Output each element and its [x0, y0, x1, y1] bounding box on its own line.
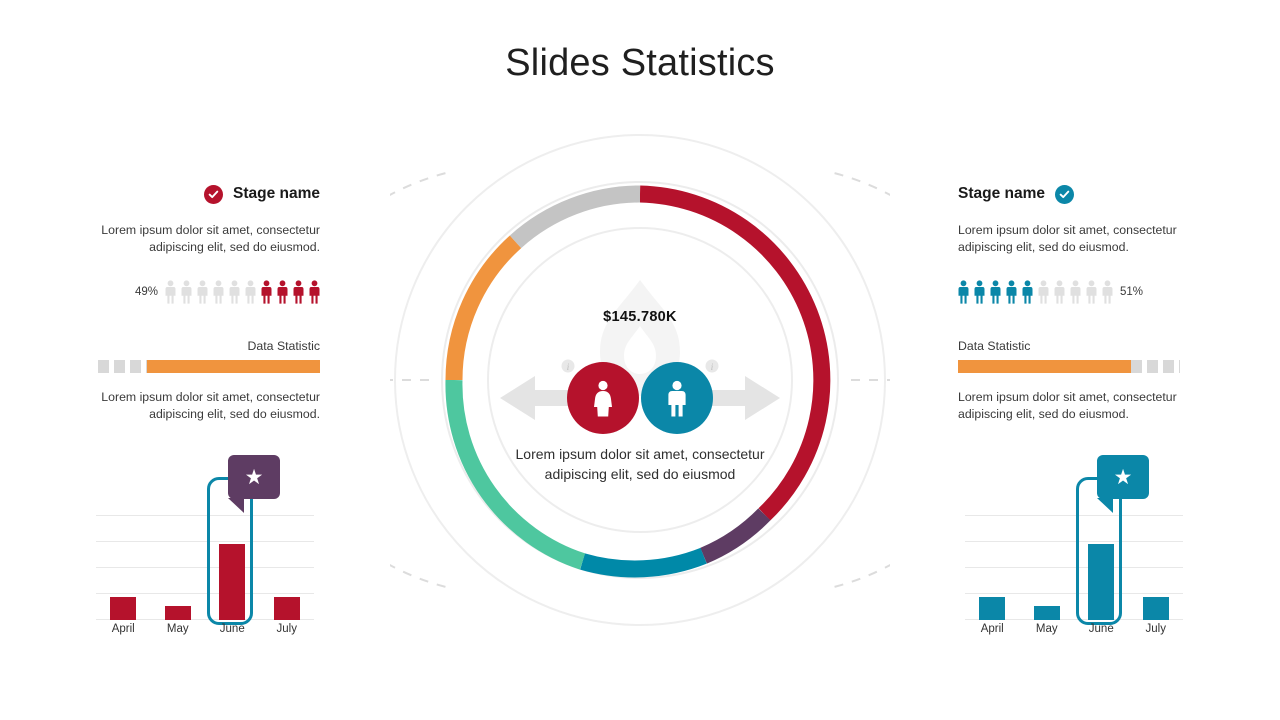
left-chart-labels: April May June July	[96, 623, 314, 635]
right-description: Lorem ipsum dolor sit amet, consectetur …	[958, 223, 1177, 255]
person-icon	[165, 280, 176, 304]
person-icon	[1054, 280, 1065, 304]
bar-april	[110, 597, 137, 620]
right-chart-labels: April May June July	[965, 623, 1183, 635]
donut-segment-teal	[580, 547, 707, 578]
person-icon	[1038, 280, 1049, 304]
star-icon: ★	[1113, 465, 1133, 489]
left-progress-fill	[146, 359, 320, 373]
right-people-row: 51%	[958, 279, 1218, 305]
bar-may	[1033, 606, 1060, 620]
donut-segment-gray	[509, 185, 641, 249]
page-title: Slides Statistics	[505, 42, 775, 84]
bar-column-july[interactable]	[1129, 515, 1184, 620]
person-icon	[1070, 280, 1081, 304]
bar-april	[979, 597, 1006, 620]
bar-column-may[interactable]	[1020, 515, 1075, 620]
left-panel: Stage name Lorem ipsum dolor sit amet, c…	[60, 182, 320, 424]
person-icon-filled	[974, 280, 985, 304]
left-stat-label: Data Statistic	[247, 338, 320, 353]
bar-column-july[interactable]	[260, 515, 315, 620]
check-circle-icon	[1055, 184, 1075, 204]
gender-circles	[390, 362, 890, 434]
left-people-icons	[165, 280, 320, 304]
chart-label-july: July	[1145, 623, 1166, 635]
person-icon-filled	[1022, 280, 1033, 304]
person-icon	[213, 280, 224, 304]
right-chart-bars	[965, 515, 1183, 620]
right-progress-bar[interactable]	[958, 359, 1180, 373]
bar-column-april[interactable]	[965, 515, 1020, 620]
right-progress-fill	[958, 359, 1132, 373]
right-stage-header: Stage name	[958, 182, 1218, 206]
person-icon-filled	[1006, 280, 1017, 304]
right-stat-block: Data Statistic Lorem ipsum dolor sit ame…	[958, 339, 1218, 424]
slide-root: Slides Statistics i i $145.780K Lorem ip…	[0, 0, 1280, 720]
person-icon	[181, 280, 192, 304]
left-star-callout[interactable]: ★	[228, 455, 280, 513]
left-stage-name: Stage name	[232, 185, 320, 202]
star-icon: ★	[244, 465, 264, 489]
left-stat-block: Data Statistic Lorem ipsum dolor sit ame…	[60, 339, 320, 424]
person-icon	[197, 280, 208, 304]
left-stat-description: Lorem ipsum dolor sit amet, consectetur …	[101, 389, 320, 422]
person-icon-filled	[277, 280, 288, 304]
right-bar-chart: ★ April May June July	[965, 455, 1183, 635]
male-glyph	[668, 380, 686, 417]
right-progress-track	[1131, 359, 1180, 373]
person-icon-filled	[293, 280, 304, 304]
chart-label-april: April	[111, 623, 135, 635]
person-icon	[245, 280, 256, 304]
person-icon	[1102, 280, 1113, 304]
chart-label-april: April	[980, 623, 1004, 635]
bar-column-april[interactable]	[96, 515, 151, 620]
bar-may	[164, 606, 191, 620]
center-description: Lorem ipsum dolor sit amet, consectetur …	[515, 446, 765, 482]
center-donut-graphic: i i $145.780K Lorem ipsum dolor sit amet…	[390, 130, 890, 630]
left-stage-header: Stage name	[60, 182, 320, 206]
chart-label-june: June	[219, 623, 245, 635]
check-circle-icon	[203, 184, 223, 204]
right-stage-name: Stage name	[958, 185, 1046, 202]
left-bar-chart: ★ April May June July	[96, 455, 314, 635]
right-stat-description: Lorem ipsum dolor sit amet, consectetur …	[958, 389, 1177, 422]
chart-label-june: June	[1088, 623, 1114, 635]
chart-label-may: May	[1035, 623, 1058, 635]
person-icon-filled	[958, 280, 969, 304]
person-icon	[229, 280, 240, 304]
chart-label-july: July	[276, 623, 297, 635]
female-glyph	[594, 380, 612, 417]
female-icon[interactable]	[567, 362, 639, 434]
person-icon	[1086, 280, 1097, 304]
bar-july	[1142, 597, 1169, 620]
left-progress-bar[interactable]	[98, 359, 320, 373]
male-icon[interactable]	[641, 362, 713, 434]
donut-segment-purple	[700, 508, 771, 564]
right-star-callout[interactable]: ★	[1097, 455, 1149, 513]
right-people-icons	[958, 280, 1113, 304]
bar-column-may[interactable]	[151, 515, 206, 620]
right-stat-label: Data Statistic	[958, 338, 1031, 353]
left-progress-track	[98, 359, 147, 373]
person-icon-filled	[309, 280, 320, 304]
right-percent: 51%	[1120, 285, 1144, 298]
center-value: $145.780K	[603, 309, 677, 325]
person-icon-filled	[990, 280, 1001, 304]
chart-label-may: May	[166, 623, 189, 635]
person-icon-filled	[261, 280, 272, 304]
right-panel: Stage name Lorem ipsum dolor sit amet, c…	[958, 182, 1218, 424]
bar-july	[273, 597, 300, 620]
left-people-row: 49%	[60, 279, 320, 305]
left-percent: 49%	[134, 285, 158, 298]
left-description: Lorem ipsum dolor sit amet, consectetur …	[101, 223, 320, 255]
left-chart-bars	[96, 515, 314, 620]
